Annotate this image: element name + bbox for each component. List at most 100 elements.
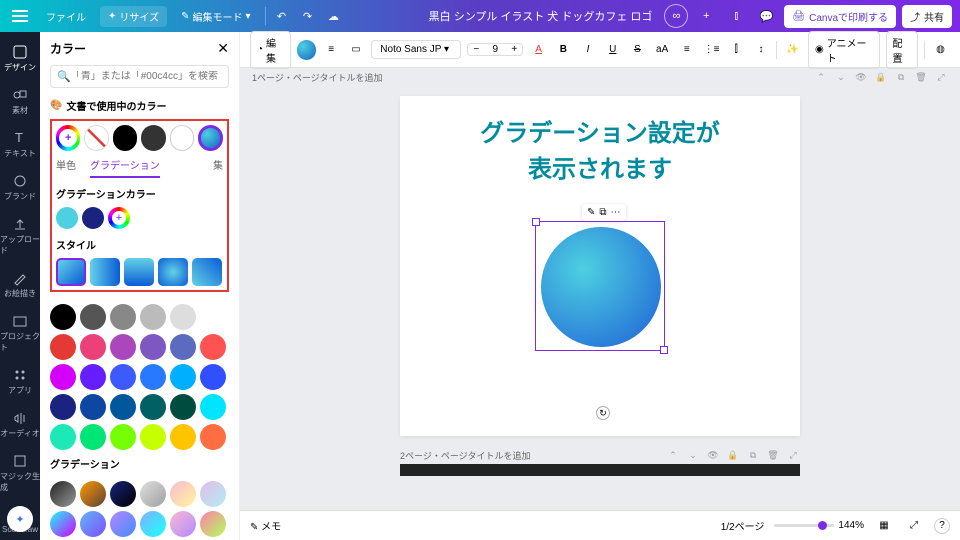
cloud-sync-icon[interactable]: ☁ (324, 6, 344, 26)
transparency-icon[interactable]: ◍ (931, 40, 950, 60)
grad-stop-2[interactable] (82, 207, 104, 229)
gradient-swatch[interactable] (140, 511, 166, 537)
rail-audio[interactable]: オーディオ (0, 404, 40, 445)
expand-icon[interactable]: ⤢ (934, 70, 948, 84)
tab-solid[interactable]: 単色 (56, 157, 76, 178)
tab-gradient[interactable]: グラデーション (90, 157, 160, 178)
color-swatch[interactable] (80, 304, 106, 330)
gradient-swatch[interactable] (50, 481, 76, 507)
gradient-swatch[interactable] (200, 481, 226, 507)
color-swatch[interactable] (110, 424, 136, 450)
gradient-swatch[interactable] (110, 511, 136, 537)
color-swatch[interactable] (200, 364, 226, 390)
color-swatch[interactable] (170, 394, 196, 420)
gradient-swatch[interactable] (110, 481, 136, 507)
canvas[interactable]: グラデーション設定が 表示されます ✎ ⧉ ⋯ ↻ 2ページ・ページタイトルを追… (240, 86, 960, 510)
rail-design[interactable]: デザイン (0, 38, 40, 79)
italic-icon[interactable]: I (579, 40, 598, 60)
color-swatch[interactable] (170, 364, 196, 390)
duplicate-inline-icon[interactable]: ⧉ (599, 207, 606, 218)
page-counter[interactable]: 1/2ページ (721, 518, 765, 533)
bold-icon[interactable]: B (554, 40, 573, 60)
infinity-icon[interactable]: ∞ (664, 4, 688, 28)
edit-shape-button[interactable]: ◔編集 (250, 31, 291, 69)
animate-button[interactable]: ◉アニメート (808, 31, 880, 69)
underline-icon[interactable]: U (603, 40, 622, 60)
page-1[interactable]: グラデーション設定が 表示されます ✎ ⧉ ⋯ ↻ (400, 96, 800, 436)
effects-icon[interactable]: ✨ (783, 40, 802, 60)
notes-button[interactable]: ✎ メモ (250, 518, 281, 533)
trash-icon[interactable]: 🗑 (766, 448, 780, 462)
print-button[interactable]: 🖨Canvaで印刷する (784, 5, 896, 28)
rail-app[interactable]: アプリ (0, 361, 40, 402)
lock-icon[interactable]: 🔒 (874, 70, 888, 84)
align-icon[interactable]: ≡ (678, 40, 697, 60)
color-swatch[interactable] (110, 394, 136, 420)
color-swatch[interactable] (80, 424, 106, 450)
gradient-swatch[interactable] (140, 481, 166, 507)
grad-stop-1[interactable] (56, 207, 78, 229)
zoom-control[interactable]: 144% (774, 520, 864, 531)
collapse-icon[interactable]: ⌃ (814, 70, 828, 84)
chart-icon[interactable]: ⫾ (724, 4, 748, 28)
close-icon[interactable]: ✕ (217, 40, 229, 57)
magic-button[interactable]: ✦ (7, 506, 33, 532)
collapse-icon[interactable]: ⌃ (666, 448, 680, 462)
swatch-black[interactable] (113, 125, 137, 151)
gradient-circle[interactable] (541, 227, 661, 347)
rail-text[interactable]: Tテキスト (0, 124, 40, 165)
color-swatch[interactable] (140, 334, 166, 360)
eye-icon[interactable]: 👁 (706, 448, 720, 462)
plus-icon[interactable]: + (694, 4, 718, 28)
grid-view-icon[interactable]: ▦ (874, 516, 894, 536)
expand-icon[interactable]: ⤢ (786, 448, 800, 462)
fill-indicator[interactable] (297, 40, 316, 60)
swatch-dark[interactable] (141, 125, 165, 151)
edit-inline-icon[interactable]: ✎ (587, 207, 595, 218)
grad-style-3[interactable] (124, 258, 154, 286)
color-swatch[interactable] (50, 364, 76, 390)
color-swatch[interactable] (200, 334, 226, 360)
gradient-swatch[interactable] (50, 511, 76, 537)
color-swatch[interactable] (140, 364, 166, 390)
color-swatch[interactable] (80, 334, 106, 360)
lock-icon[interactable]: 🔒 (726, 448, 740, 462)
grad-style-2[interactable] (90, 258, 120, 286)
tab-edit[interactable]: 集 (213, 157, 223, 176)
search-input[interactable] (71, 71, 222, 82)
color-swatch[interactable] (140, 394, 166, 420)
color-swatch[interactable] (170, 304, 196, 330)
undo-icon[interactable]: ↶ (272, 6, 292, 26)
border-weight-icon[interactable]: ▭ (347, 40, 366, 60)
color-swatch[interactable] (50, 394, 76, 420)
color-swatch[interactable] (140, 304, 166, 330)
rail-magic[interactable]: マジック生成 (0, 447, 40, 499)
font-size-stepper[interactable]: −+ (467, 43, 523, 56)
add-color[interactable] (56, 125, 80, 151)
grad-style-5[interactable] (192, 258, 222, 286)
color-swatch[interactable] (200, 394, 226, 420)
gradient-swatch[interactable] (80, 511, 106, 537)
eye-icon[interactable]: 👁 (854, 70, 868, 84)
gradient-swatch[interactable] (200, 511, 226, 537)
rail-brand[interactable]: ブランド (0, 167, 40, 208)
grad-style-1[interactable] (56, 258, 86, 286)
gradient-swatch[interactable] (170, 481, 196, 507)
color-swatch[interactable] (110, 304, 136, 330)
chevron-down-icon[interactable]: ⌄ (686, 448, 700, 462)
fullscreen-icon[interactable]: ⤢ (904, 516, 924, 536)
text-color-icon[interactable]: A (529, 40, 548, 60)
add-grad-stop[interactable]: + (108, 207, 130, 229)
color-swatch[interactable] (50, 424, 76, 450)
rail-elements[interactable]: 素材 (0, 81, 40, 122)
rotate-handle[interactable]: ↻ (596, 406, 610, 420)
chevron-down-icon[interactable]: ⌄ (834, 70, 848, 84)
color-swatch[interactable] (110, 334, 136, 360)
vertical-text-icon[interactable]: ↕ (752, 40, 771, 60)
color-swatch[interactable] (80, 394, 106, 420)
comment-icon[interactable]: 💬 (754, 4, 778, 28)
position-button[interactable]: 配置 (886, 31, 919, 69)
redo-icon[interactable]: ↷ (298, 6, 318, 26)
gradient-swatch[interactable] (80, 481, 106, 507)
color-swatch[interactable] (200, 424, 226, 450)
